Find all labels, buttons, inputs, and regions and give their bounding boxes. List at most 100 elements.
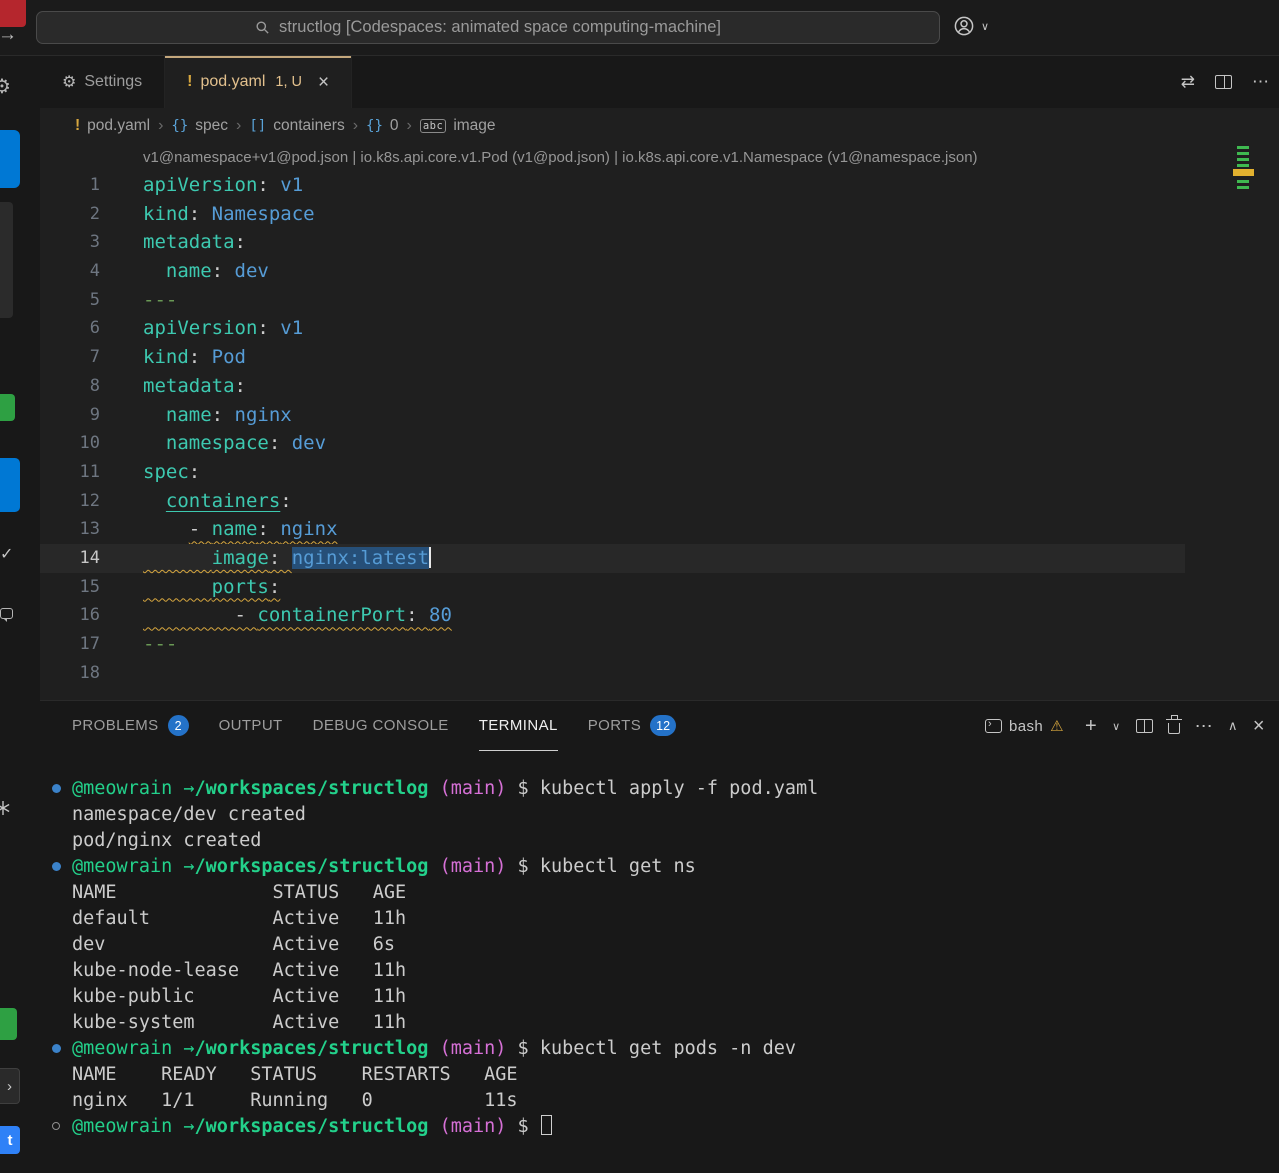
accounts-menu[interactable]: ∨ [952,14,989,38]
command-decoration-active-icon[interactable] [52,1122,60,1130]
new-terminal-icon[interactable]: + [1085,715,1097,738]
breadcrumb-item-0[interactable]: 0 [390,117,399,135]
tab-problems[interactable]: PROBLEMS 2 [72,701,189,751]
code-line[interactable]: 14 image: nginx:latest [40,544,1185,573]
code-line[interactable]: 12 containers: [40,487,1279,516]
chevron-right-box[interactable]: › [0,1068,20,1104]
activity-badge-blue[interactable] [0,130,20,188]
panel-more-actions-icon[interactable]: ⋯ [1195,716,1213,737]
tab-pod-yaml[interactable]: ! pod.yaml 1, U × [165,56,352,108]
activity-badge-green[interactable] [0,394,15,421]
array-symbol-icon: [] [249,118,266,134]
line-number: 14 [40,544,100,573]
split-terminal-icon[interactable] [1136,719,1153,733]
minimap-git-marker [1237,180,1249,183]
tab-pod-yaml-label: pod.yaml [200,73,265,91]
command-center-search[interactable]: structlog [Codespaces: animated space co… [36,11,940,44]
command-decoration-icon[interactable] [52,784,61,793]
tab-ports[interactable]: PORTS 12 [588,701,676,751]
file-warning-icon: ! [187,73,192,91]
activity-badge-green-2[interactable] [0,1008,17,1040]
close-icon[interactable]: × [318,73,329,92]
breadcrumb-item-spec[interactable]: spec [195,117,228,135]
tab-problems-label: PROBLEMS [72,717,159,734]
code-line[interactable]: 9 name: nginx [40,401,1279,430]
line-number: 1 [40,171,100,200]
bottom-panel: PROBLEMS 2 OUTPUT DEBUG CONSOLE TERMINAL… [40,700,1279,1173]
command-decoration-icon[interactable] [52,1044,61,1053]
editor[interactable]: v1@namespace+v1@pod.json | io.k8s.api.co… [40,144,1279,700]
t-badge[interactable]: t [0,1126,20,1154]
code-text: apiVersion: v1 [100,171,303,200]
code-line[interactable]: 7kind: Pod [40,343,1279,372]
code-line[interactable]: 13 - name: nginx [40,515,1279,544]
tab-debug-console[interactable]: DEBUG CONSOLE [313,701,449,751]
chevron-right-icon: › [352,117,359,135]
line-number: 7 [40,343,100,372]
code-line[interactable]: 18 [40,659,1279,688]
chevron-down-icon: ∨ [981,20,989,33]
workbench: ⚙ Settings ! pod.yaml 1, U × ⇄ ⋯ ! pod.y… [40,56,1279,1173]
code-line[interactable]: 4 name: dev [40,257,1279,286]
code-text: metadata: [100,372,246,401]
breadcrumb-item-containers[interactable]: containers [273,117,345,135]
code-line[interactable]: 17--- [40,630,1279,659]
tab-output-label: OUTPUT [219,717,283,734]
code-line[interactable]: 8metadata: [40,372,1279,401]
maximize-panel-icon[interactable]: ∧ [1228,718,1238,734]
code-text: image: nginx:latest [100,544,431,573]
code-line[interactable]: 11spec: [40,458,1279,487]
code-text: kind: Pod [100,343,246,372]
close-panel-icon[interactable]: × [1253,715,1265,738]
command-decoration-icon[interactable] [52,862,61,871]
terminal-dropdown-chevron-icon[interactable]: ∨ [1112,720,1120,733]
code-text: namespace: dev [100,429,326,458]
tab-settings[interactable]: ⚙ Settings [40,56,165,108]
code-line[interactable]: 2kind: Namespace [40,200,1279,229]
line-number: 6 [40,314,100,343]
code-line[interactable]: 1apiVersion: v1 [40,171,1279,200]
line-number: 8 [40,372,100,401]
code-text: - containerPort: 80 [100,601,452,630]
code-line[interactable]: 5--- [40,286,1279,315]
minimap-git-marker [1237,164,1249,167]
terminal-output[interactable]: @meowrain →/workspaces/structlog (main) … [40,751,1279,1173]
split-editor-icon[interactable] [1215,75,1232,89]
line-number: 18 [40,659,100,688]
code-line[interactable]: 10 namespace: dev [40,429,1279,458]
minimap-git-marker [1237,146,1249,149]
breadcrumb-item-file[interactable]: pod.yaml [87,117,150,135]
more-actions-icon[interactable]: ⋯ [1252,72,1269,92]
code-line[interactable]: 6apiVersion: v1 [40,314,1279,343]
breadcrumb-item-image[interactable]: image [453,117,495,135]
terminal-line: default Active 11h [72,906,1279,932]
code-text [100,659,143,688]
object-symbol-icon: {} [366,118,383,134]
code-line[interactable]: 16 - containerPort: 80 [40,601,1279,630]
terminal-line: @meowrain →/workspaces/structlog (main) … [72,776,1279,802]
code-line[interactable]: 3metadata: [40,228,1279,257]
yaml-schema-line[interactable]: v1@namespace+v1@pod.json | io.k8s.api.co… [40,144,1279,171]
gear-icon[interactable]: ⚙ [0,74,11,99]
code-text: --- [100,286,177,315]
chevron-right-icon: › [157,117,164,135]
object-symbol-icon: {} [171,118,188,134]
forward-arrow-icon[interactable]: → [0,24,17,46]
breadcrumb-warning-icon: ! [75,117,80,135]
comment-icon[interactable] [0,608,13,619]
tab-debug-console-label: DEBUG CONSOLE [313,717,449,734]
code-text: ports: [100,573,280,602]
terminal-line: @meowrain →/workspaces/structlog (main) … [72,1036,1279,1062]
chevron-right-icon: › [406,117,413,135]
line-number: 9 [40,401,100,430]
open-changes-icon[interactable]: ⇄ [1181,72,1195,92]
editor-actions: ⇄ ⋯ [1181,56,1269,108]
tab-output[interactable]: OUTPUT [219,701,283,751]
kill-terminal-icon[interactable] [1168,723,1180,734]
shell-selector[interactable]: bash ⚠ [985,717,1064,735]
activity-badge-blue-2[interactable] [0,458,20,512]
code-line[interactable]: 15 ports: [40,573,1279,602]
code-lines: 1apiVersion: v12kind: Namespace3metadata… [40,171,1279,687]
tab-terminal[interactable]: TERMINAL [479,701,558,751]
shell-label: bash [1009,718,1043,735]
